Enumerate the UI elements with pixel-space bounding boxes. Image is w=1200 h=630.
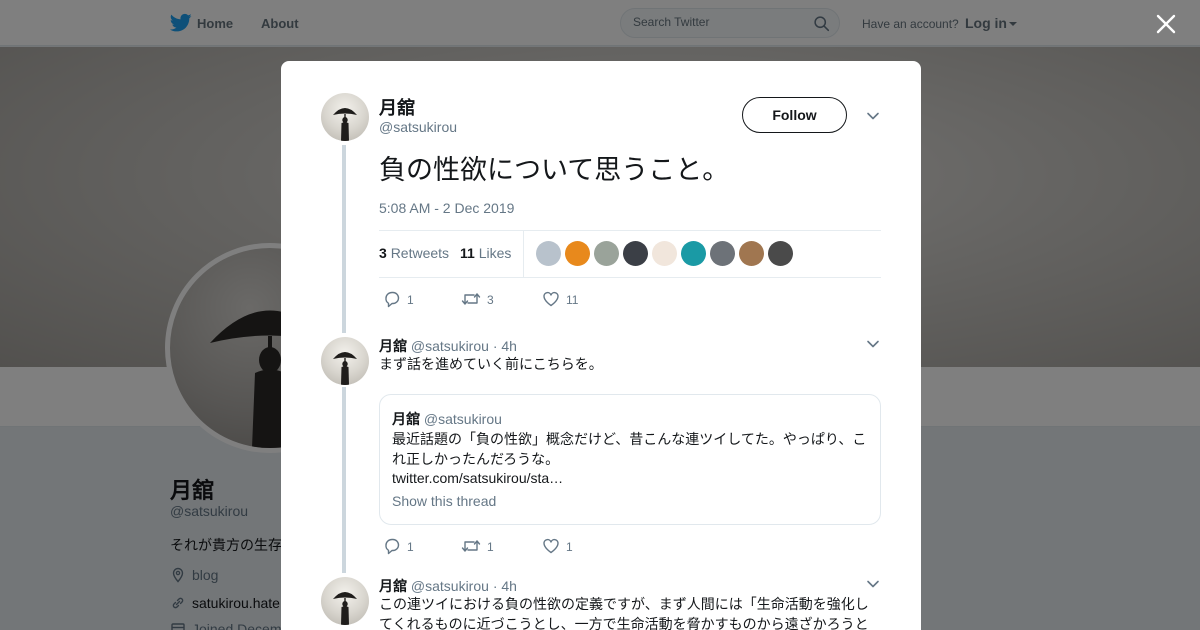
tweet-modal: 月舘 @satsukirou Follow 負の性欲について思うこと。 5:08… xyxy=(281,61,921,630)
reply-header: 月舘 @satsukirou · 4h xyxy=(379,576,517,596)
reply-text: この連ツイにおける負の性欲の定義ですが、まず人間には「生命活動を強化してくれるも… xyxy=(379,596,869,630)
reply-author-name[interactable]: 月舘 xyxy=(379,338,407,354)
like-action[interactable]: 11 xyxy=(542,290,578,308)
liker-avatar[interactable] xyxy=(739,241,764,266)
thread-line xyxy=(342,145,346,333)
like-action[interactable]: 1 xyxy=(542,537,573,555)
author-name[interactable]: 月舘 xyxy=(379,94,415,120)
reply-count: 1 xyxy=(407,293,414,307)
quote-text: 最近話題の「負の性欲」概念だけど、昔こんな連ツイしてた。やっぱり、これ正しかった… xyxy=(392,431,867,467)
likes-count: 11 xyxy=(460,245,475,261)
chevron-down-icon[interactable] xyxy=(866,337,880,351)
heart-icon xyxy=(543,538,559,554)
like-count: 1 xyxy=(566,540,573,554)
likes-stat[interactable]: 11 Likes xyxy=(460,245,511,261)
quote-header: 月舘 @satsukirou xyxy=(392,409,502,429)
reply-text: まず話を進めていく前にこちらを。 xyxy=(379,356,603,372)
close-icon[interactable] xyxy=(1155,13,1177,35)
retweet-icon xyxy=(461,293,481,305)
like-count: 11 xyxy=(566,293,579,307)
liker-avatar[interactable] xyxy=(623,241,648,266)
reply-header: 月舘 @satsukirou · 4h xyxy=(379,336,517,356)
show-thread-link[interactable]: Show this thread xyxy=(392,493,496,509)
retweet-action[interactable]: 3 xyxy=(461,290,494,308)
reply-icon xyxy=(385,538,400,555)
thread-line xyxy=(342,387,346,573)
follow-button[interactable]: Follow xyxy=(742,97,847,133)
liker-avatar[interactable] xyxy=(652,241,677,266)
liker-avatar[interactable] xyxy=(565,241,590,266)
retweet-count: 1 xyxy=(487,540,494,554)
heart-icon xyxy=(543,291,559,307)
reply-avatar[interactable] xyxy=(321,337,369,385)
reply-author-name[interactable]: 月舘 xyxy=(379,578,407,594)
reply-author-handle[interactable]: @satsukirou xyxy=(411,338,489,354)
quote-link[interactable]: twitter.com/satsukirou/sta… xyxy=(392,470,563,486)
quote-author-handle: @satsukirou xyxy=(423,411,502,427)
reply-action[interactable]: 1 xyxy=(383,537,414,555)
chevron-down-icon[interactable] xyxy=(866,577,880,591)
liker-avatar[interactable] xyxy=(594,241,619,266)
stats-divider xyxy=(523,231,524,277)
likes-label: Likes xyxy=(478,245,512,261)
tweet-stats: 3 Retweets 11 Likes xyxy=(379,230,881,278)
retweet-count: 3 xyxy=(487,293,494,307)
tweet-timestamp[interactable]: 5:08 AM - 2 Dec 2019 xyxy=(379,200,514,216)
retweet-action[interactable]: 1 xyxy=(461,537,494,555)
liker-avatar[interactable] xyxy=(710,241,735,266)
tweet-text: 負の性欲について思うこと。 xyxy=(379,155,730,185)
reply-action[interactable]: 1 xyxy=(383,290,414,308)
reply-count: 1 xyxy=(407,540,414,554)
author-handle[interactable]: @satsukirou xyxy=(379,119,457,135)
reply-author-handle[interactable]: @satsukirou xyxy=(411,578,489,594)
quote-tweet-card[interactable]: 月舘 @satsukirou 最近話題の「負の性欲」概念だけど、昔こんな連ツイし… xyxy=(379,394,881,525)
quote-author-name: 月舘 xyxy=(392,411,420,427)
retweets-stat[interactable]: 3 Retweets xyxy=(379,245,449,261)
reply-avatar[interactable] xyxy=(321,577,369,625)
liker-avatar[interactable] xyxy=(536,241,561,266)
liker-avatar[interactable] xyxy=(681,241,706,266)
retweets-count: 3 xyxy=(379,245,387,261)
reply-icon xyxy=(385,291,400,308)
retweet-icon xyxy=(461,540,481,552)
reply-time[interactable]: · 4h xyxy=(493,338,517,354)
reply-time[interactable]: · 4h xyxy=(493,578,517,594)
liker-avatar[interactable] xyxy=(768,241,793,266)
retweets-label: Retweets xyxy=(390,245,450,261)
author-avatar[interactable] xyxy=(321,93,369,141)
chevron-down-icon[interactable] xyxy=(866,109,880,123)
